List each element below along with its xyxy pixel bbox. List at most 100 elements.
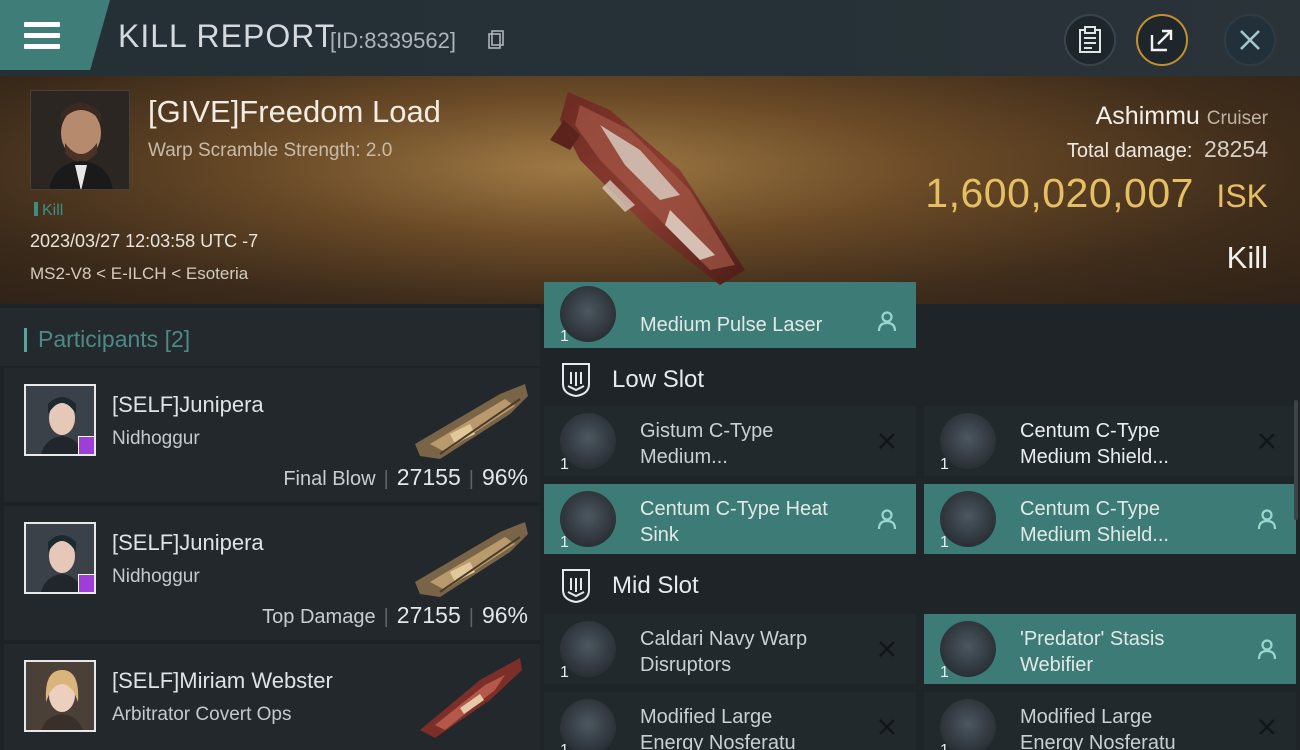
- hamburger-menu-icon: [24, 22, 60, 49]
- low-slot-header: Low Slot: [540, 354, 1300, 406]
- pilot-avatar-image: [31, 91, 129, 189]
- participant-ship-image: [415, 384, 528, 459]
- slot-item-name: Caldari Navy Warp Disruptors: [640, 628, 808, 676]
- warp-scramble-strength: Warp Scramble Strength: 2.0: [148, 140, 393, 161]
- kill-location[interactable]: MS2-V8 < E-ILCH < Esoteria: [30, 264, 248, 284]
- mid-slot-title: Mid Slot: [612, 572, 699, 599]
- mid-slot-header: Mid Slot: [540, 560, 1300, 612]
- fitting-scrollbar[interactable]: [1294, 400, 1298, 520]
- dropped-person-icon: [1257, 639, 1277, 660]
- avatar[interactable]: [24, 522, 96, 594]
- slot-quantity: 1: [940, 664, 949, 681]
- participant-name: [SELF]Junipera: [112, 392, 264, 417]
- dropped-person-icon: [877, 509, 897, 530]
- participants-title: Participants [2]: [24, 326, 190, 353]
- ship-name: Ashimmu: [1095, 102, 1200, 130]
- participant-tag: Top Damage: [262, 606, 376, 628]
- total-damage-label: Total damage:: [1066, 140, 1193, 162]
- slot-quantity: 1: [560, 664, 569, 681]
- kill-tag: Kill: [34, 202, 63, 220]
- participant-row[interactable]: [SELF]Junipera Nidhoggur Top Damage | 2715…: [4, 506, 540, 640]
- fitting-slot[interactable]: 1 Caldari Navy Warp Disruptors: [544, 614, 916, 684]
- fitting-slot[interactable]: 1 Gistum C-Type Medium...: [544, 406, 916, 476]
- slot-quantity: 1: [560, 456, 569, 473]
- slot-item-name: 'Predator' Stasis Webifier: [1020, 628, 1165, 676]
- participant-damage: 27155: [396, 464, 461, 490]
- fitting-slot[interactable]: 1 Modified Large Energy Nosferatu: [924, 692, 1296, 750]
- low-slot-icon: [562, 363, 590, 398]
- participant-stats: Top Damage | 27155 | 96%: [262, 602, 528, 628]
- participant-avatar-image: [26, 662, 94, 730]
- role-badge-icon: [78, 436, 94, 454]
- participant-damage: 27155: [396, 602, 461, 628]
- fitting-slot[interactable]: 1 Centum C-Type Medium Shield...: [924, 484, 1296, 554]
- participant-stats: Final Blow | 27155 | 96%: [283, 464, 528, 490]
- victim-banner: [GIVE]Freedom Load Warp Scramble Strengt…: [0, 76, 1300, 304]
- page-title: KILL REPORT: [118, 18, 336, 54]
- result-label: Kill: [1226, 240, 1268, 275]
- slot-item-name: Centum C-Type Medium Shield...: [1020, 420, 1169, 468]
- participant-ship: Nidhoggur: [112, 566, 200, 587]
- participant-ship: Arbitrator Covert Ops: [112, 704, 292, 725]
- participant-ship: Nidhoggur: [112, 428, 200, 449]
- victim-ship-image: [550, 92, 745, 285]
- slot-item-name: Gistum C-Type Medium...: [640, 420, 774, 468]
- participant-percent: 96%: [481, 464, 528, 490]
- total-damage-value: 28254: [1204, 136, 1268, 162]
- participant-row[interactable]: [SELF]Junipera Nidhoggur Final Blow | 2715…: [4, 368, 540, 502]
- isk-value-line: 1,600,020,007 ISK: [925, 170, 1268, 217]
- destroyed-x-icon: [1259, 719, 1275, 735]
- fitting-slot[interactable]: 1 Modified Large Energy Nosferatu: [544, 692, 916, 750]
- menu-button[interactable]: [0, 0, 110, 70]
- slot-item-name: Centum C-Type Medium Shield...: [1020, 498, 1169, 546]
- victim-portrait[interactable]: [30, 90, 130, 190]
- fitting-panel: 1 Medium Pulse Laser Low Slot 1 Gistum C…: [540, 282, 1300, 750]
- share-button[interactable]: [1136, 14, 1188, 66]
- clipboard-button[interactable]: [1064, 14, 1116, 66]
- slot-item-name: Modified Large Energy Nosferatu: [1020, 706, 1176, 750]
- close-icon: [1240, 30, 1260, 50]
- slot-quantity: 1: [940, 456, 949, 473]
- participant-ship-image: [420, 658, 522, 738]
- participants-header: Participants [2]: [0, 308, 540, 366]
- fitting-slot[interactable]: 1 Centum C-Type Heat Sink: [544, 484, 916, 554]
- destroyed-x-icon: [879, 641, 895, 657]
- kill-datetime: 2023/03/27 12:03:58 UTC -7: [30, 231, 259, 251]
- participant-percent: 96%: [481, 602, 528, 628]
- dropped-person-icon: [877, 311, 897, 332]
- mid-slot-icon: [562, 569, 590, 604]
- share-icon: [1150, 29, 1173, 52]
- slot-quantity: 1: [940, 534, 949, 551]
- victim-ship[interactable]: Ashimmu Cruiser: [1096, 102, 1268, 131]
- isk-unit: ISK: [1216, 178, 1268, 214]
- close-button[interactable]: [1224, 14, 1276, 66]
- kill-id: [ID:8339562]: [330, 28, 456, 53]
- slot-item-name: Centum C-Type Heat Sink: [640, 498, 828, 546]
- slot-quantity: 1: [940, 742, 949, 750]
- destroyed-x-icon: [879, 433, 895, 449]
- participant-name: [SELF]Miriam Webster: [112, 668, 333, 693]
- total-damage: Total damage: 28254: [1067, 136, 1268, 163]
- participant-tag: Final Blow: [283, 468, 376, 490]
- participants-panel: Participants [2] [SELF]Junipera Nidhoggu…: [0, 304, 540, 750]
- victim-name: [GIVE]Freedom Load: [148, 94, 441, 129]
- clipboard-icon: [1079, 26, 1101, 53]
- role-badge-icon: [78, 574, 94, 592]
- dropped-person-icon: [1257, 509, 1277, 530]
- isk-value: 1,600,020,007: [925, 170, 1194, 216]
- ship-class: Cruiser: [1206, 108, 1268, 129]
- slot-item-name: Modified Large Energy Nosferatu: [640, 706, 796, 750]
- destroyed-x-icon: [879, 719, 895, 735]
- fitting-slot[interactable]: 1 Centum C-Type Medium Shield...: [924, 406, 1296, 476]
- fitting-slot[interactable]: 1 'Predator' Stasis Webifier: [924, 614, 1296, 684]
- avatar[interactable]: [24, 660, 96, 732]
- slot-quantity: 1: [560, 534, 569, 551]
- slot-item-name: Medium Pulse Laser: [640, 314, 823, 336]
- top-bar: KILL REPORT [ID:8339562]: [0, 0, 1300, 76]
- avatar[interactable]: [24, 384, 96, 456]
- participant-row[interactable]: [SELF]Miriam Webster Arbitrator Covert O…: [4, 644, 540, 750]
- participant-ship-image: [415, 522, 528, 597]
- participants-count: [2]: [164, 326, 191, 352]
- copy-icon[interactable]: [488, 30, 504, 50]
- low-slot-title: Low Slot: [612, 366, 705, 393]
